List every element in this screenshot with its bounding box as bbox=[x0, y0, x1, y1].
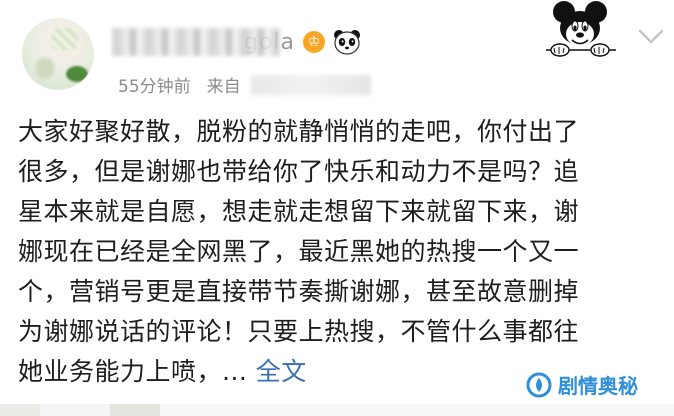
avatar-blur-shape bbox=[36, 58, 54, 78]
username-row: gola ♔ bbox=[112, 24, 361, 60]
mickey-mouse-decoration-icon bbox=[546, 1, 616, 57]
next-item-edge bbox=[0, 404, 674, 416]
post-meta: 55分钟前 来自 bbox=[118, 72, 371, 97]
watermark-logo-icon bbox=[526, 372, 552, 397]
post-body: 大家好聚好散，脱粉的就静悄悄的走吧，你付出了 很多，但是谢娜也带给你了快乐和动力不… bbox=[18, 112, 664, 392]
user-avatar[interactable] bbox=[22, 18, 94, 90]
member-badge-icon: ♔ bbox=[303, 31, 326, 53]
full-text-link[interactable]: 全文 bbox=[256, 357, 307, 386]
watermark-text: 剧情奥秘 bbox=[558, 374, 638, 398]
chevron-down-icon[interactable] bbox=[638, 28, 664, 46]
avatar-blur-shape bbox=[52, 28, 78, 50]
post-line: 她业务能力上喷，... bbox=[18, 357, 256, 386]
post-line: 星本来就是自愿，想走就走想留下来就留下来，谢 bbox=[18, 197, 580, 226]
post-line: 娜现在已经是全网黑了，最近黑她的热搜一个又一 bbox=[18, 237, 580, 266]
watermark: 剧情奥秘 bbox=[526, 370, 638, 399]
post-line: 大家好聚好散，脱粉的就静悄悄的走吧，你付出了 bbox=[18, 117, 580, 146]
post-line: 为谢娜说话的评论！只要上热搜，不管什么事都往 bbox=[18, 317, 580, 346]
avatar-blur-shape bbox=[66, 66, 88, 82]
post-source-label: 来自 bbox=[206, 77, 241, 97]
username-blurred[interactable] bbox=[112, 28, 280, 56]
post-line: 很多，但是谢娜也带给你了快乐和动力不是吗？追 bbox=[18, 157, 580, 186]
post-source-blurred[interactable] bbox=[250, 74, 371, 95]
panda-icon bbox=[334, 30, 361, 55]
post-line: 个，营销号更是直接带节奏撕谢娜，甚至故意删掉 bbox=[18, 277, 580, 306]
post-time: 55分钟前 bbox=[118, 77, 191, 97]
